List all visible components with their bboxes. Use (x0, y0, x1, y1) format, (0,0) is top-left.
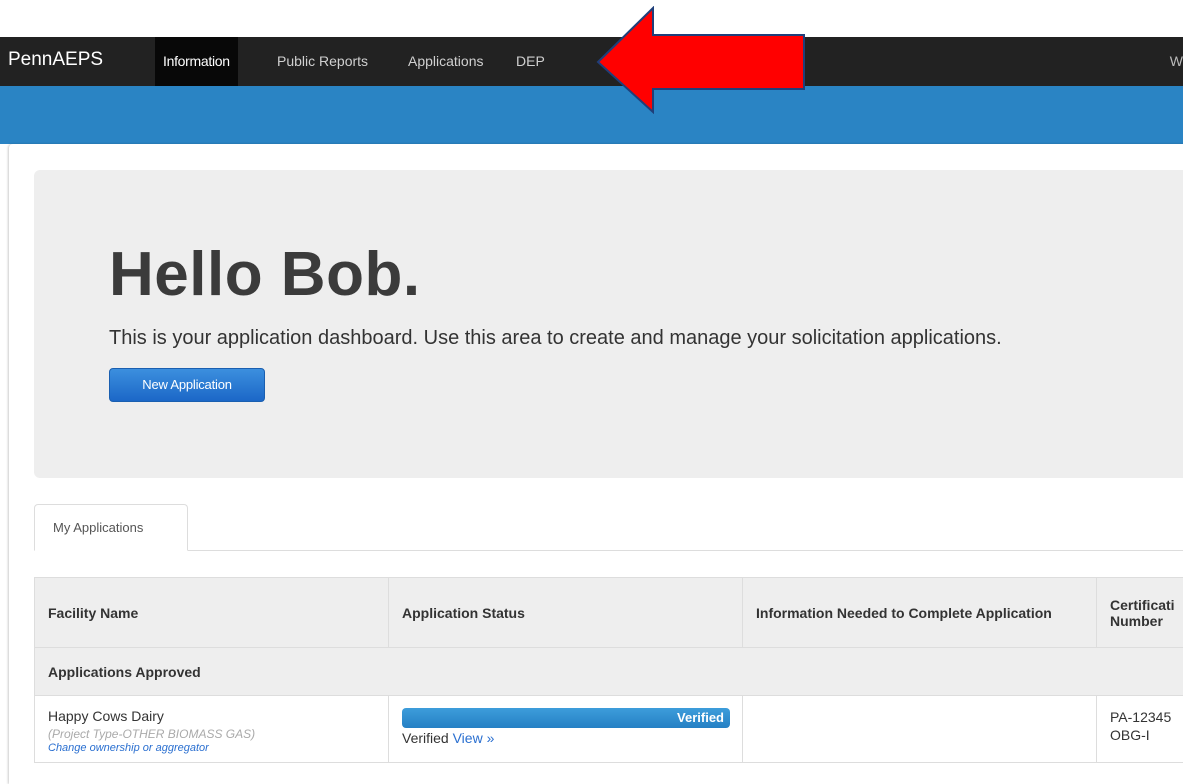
column-header-status: Application Status (389, 578, 743, 648)
cert-type: OBG-I (1110, 726, 1181, 744)
nav-item-information[interactable]: Information (155, 37, 238, 86)
dashboard-description: This is your application dashboard. Use … (109, 327, 1002, 350)
status-line: Verified View » (402, 730, 729, 746)
nav-item-applications[interactable]: Applications (400, 37, 492, 86)
header-band (0, 86, 1183, 144)
nav-user-menu[interactable]: W (1170, 37, 1183, 86)
status-text: Verified (402, 730, 449, 746)
project-type: (Project Type-OTHER BIOMASS GAS) (48, 727, 375, 741)
column-header-facility: Facility Name (35, 578, 389, 648)
applications-table: Facility Name Application Status Informa… (34, 577, 1183, 763)
red-arrow-annotation (596, 6, 808, 114)
tab-my-applications[interactable]: My Applications (34, 504, 188, 551)
table-row: Happy Cows Dairy (Project Type-OTHER BIO… (35, 696, 1183, 763)
welcome-jumbotron: Hello Bob. This is your application dash… (34, 170, 1183, 478)
cert-number: PA-12345 (1110, 708, 1181, 726)
top-navbar: PennAEPS Information Public Reports Appl… (0, 37, 1183, 86)
section-label: Applications Approved (35, 648, 1183, 696)
column-header-info-needed: Information Needed to Complete Applicati… (743, 578, 1097, 648)
tabs-divider (34, 550, 1183, 551)
table-header-row: Facility Name Application Status Informa… (35, 578, 1183, 648)
status-cell: Verified Verified View » (389, 696, 743, 763)
info-needed-cell (743, 696, 1097, 763)
nav-item-dep[interactable]: DEP (508, 37, 553, 86)
certification-cell: PA-12345 OBG-I (1097, 696, 1183, 763)
new-application-button[interactable]: New Application (109, 368, 265, 402)
change-ownership-link[interactable]: Change ownership or aggregator (48, 742, 375, 754)
facility-cell: Happy Cows Dairy (Project Type-OTHER BIO… (35, 696, 389, 763)
greeting-heading: Hello Bob. (109, 239, 421, 310)
brand-logo[interactable]: PennAEPS (8, 49, 103, 71)
column-header-certification: Certificati Number (1097, 578, 1183, 648)
section-row: Applications Approved (35, 648, 1183, 696)
facility-name: Happy Cows Dairy (48, 708, 375, 724)
nav-item-public-reports[interactable]: Public Reports (269, 37, 376, 86)
main-container: Hello Bob. This is your application dash… (9, 144, 1183, 784)
view-link[interactable]: View » (453, 730, 495, 746)
status-progress-bar: Verified (402, 708, 730, 728)
